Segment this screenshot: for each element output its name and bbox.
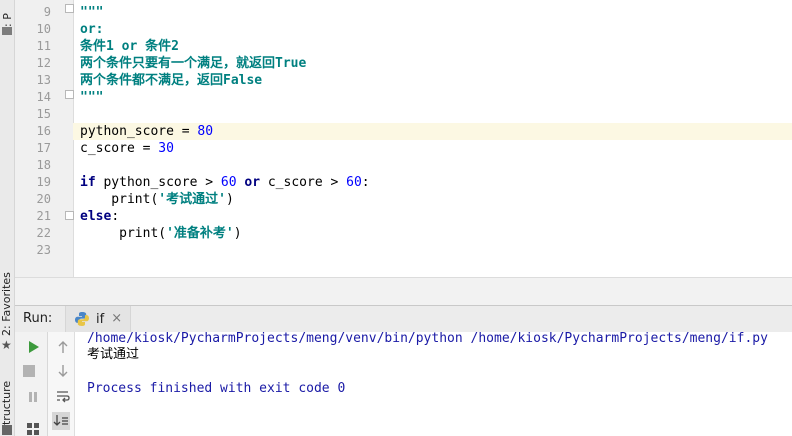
- line-number: 20: [36, 192, 51, 206]
- code-token: :: [361, 175, 370, 190]
- code-token: python_score =: [80, 124, 198, 139]
- line-number: 18: [36, 158, 51, 172]
- line-number: 11: [36, 39, 51, 53]
- code-token: python_score >: [95, 175, 221, 190]
- line-number: 9: [43, 5, 51, 19]
- line-number-gutter: 9 10 11 12 13 14 15 16 17 18 19 20 21 22 23: [15, 0, 74, 277]
- code-line: c_score = 30: [80, 140, 792, 157]
- code-line: 两个条件都不满足，返回False: [80, 72, 792, 89]
- editor-bottom-area: [15, 277, 792, 306]
- console-process-finished: Process finished with exit code 0: [87, 381, 346, 396]
- code-line: """: [80, 4, 792, 21]
- code-token: 30: [158, 141, 174, 156]
- line-number: 15: [36, 107, 51, 121]
- code-line: 两个条件只要有一个满足，就返回True: [80, 55, 792, 72]
- code-token: 60: [220, 175, 237, 190]
- run-toolbar-secondary: [48, 332, 75, 436]
- run-toolbar-primary: [15, 332, 48, 436]
- line-number: 13: [36, 73, 51, 87]
- run-icon[interactable]: [23, 340, 43, 354]
- code-token: '考试通过': [158, 192, 226, 207]
- fold-marker-icon[interactable]: [65, 90, 74, 99]
- code-token: 两个条件只要有一个满足，就返回True: [80, 56, 307, 71]
- layout-icon[interactable]: [23, 422, 43, 436]
- fold-marker-icon[interactable]: [65, 4, 74, 13]
- code-token: """: [80, 90, 104, 105]
- down-arrow-icon[interactable]: [53, 364, 73, 378]
- close-icon[interactable]: ×: [111, 311, 122, 326]
- code-token: if: [80, 175, 96, 190]
- code-line: print('考试通过'): [80, 191, 792, 208]
- run-panel-label: Run:: [23, 311, 53, 326]
- code-token: 两个条件都不满足，返回False: [80, 73, 263, 88]
- run-panel-header: Run: if ×: [15, 305, 792, 333]
- line-number: 16: [36, 124, 51, 138]
- code-line: print('准备补考'): [80, 225, 792, 242]
- code-token: c_score >: [260, 175, 347, 190]
- console-program-output: 考试通过: [87, 347, 140, 362]
- line-number: 12: [36, 56, 51, 70]
- code-token: :: [111, 209, 120, 224]
- scroll-to-end-icon[interactable]: [51, 412, 71, 430]
- line-number: 14: [36, 90, 51, 104]
- code-line: if python_score > 60 or c_score > 60:: [80, 174, 792, 191]
- console-command-line: /home/kiosk/PycharmProjects/meng/venv/bi…: [87, 331, 768, 346]
- code-token: 80: [197, 124, 214, 139]
- code-token: '准备补考': [166, 226, 234, 241]
- code-line: python_score = 80: [73, 123, 792, 140]
- code-token: print(: [80, 226, 167, 241]
- code-token: 60: [346, 175, 362, 190]
- code-line: else:: [80, 208, 792, 225]
- line-number: 17: [36, 141, 51, 155]
- favorites-tool-tab[interactable]: 2: Favorites: [0, 262, 14, 342]
- favorites-tool-tab-label: 2: Favorites: [0, 272, 13, 336]
- fold-marker-icon[interactable]: [65, 211, 74, 220]
- code-line: """: [80, 89, 792, 106]
- run-tab-if[interactable]: if ×: [65, 306, 132, 332]
- code-editor[interactable]: 9 10 11 12 13 14 15 16 17 18 19 20 21 22 23 """ or: 条件1 …: [15, 0, 792, 277]
- favorites-star-icon: ★: [1, 338, 12, 352]
- code-token: else: [80, 209, 112, 224]
- line-number: 10: [36, 22, 51, 36]
- code-token: """: [80, 5, 104, 20]
- line-number: 19: [36, 175, 51, 189]
- code-token: or:: [80, 22, 104, 37]
- up-arrow-icon[interactable]: [53, 340, 73, 354]
- folder-icon: [2, 27, 12, 35]
- code-token: c_score =: [80, 141, 159, 156]
- pause-icon[interactable]: [23, 390, 43, 404]
- line-number: 21: [36, 209, 51, 223]
- line-number: 22: [36, 226, 51, 240]
- code-line: or:: [80, 21, 792, 38]
- line-number: 23: [36, 243, 51, 257]
- code-line: 条件1 or 条件2: [80, 38, 792, 55]
- code-token: 条件1 or 条件2: [80, 39, 179, 54]
- code-token: or: [244, 175, 261, 190]
- run-console-output[interactable]: /home/kiosk/PycharmProjects/meng/venv/bi…: [75, 331, 792, 436]
- stop-icon[interactable]: [23, 365, 35, 377]
- left-tool-stripe: 1: P 2: Favorites ★ Structure: [0, 0, 15, 436]
- code-token: print(: [80, 192, 159, 207]
- soft-wrap-icon[interactable]: [53, 389, 73, 403]
- structure-icon: [2, 425, 12, 435]
- run-tab-label: if: [96, 311, 105, 327]
- code-token: ): [225, 192, 234, 207]
- python-file-icon: [75, 312, 89, 326]
- code-token: ): [233, 226, 242, 241]
